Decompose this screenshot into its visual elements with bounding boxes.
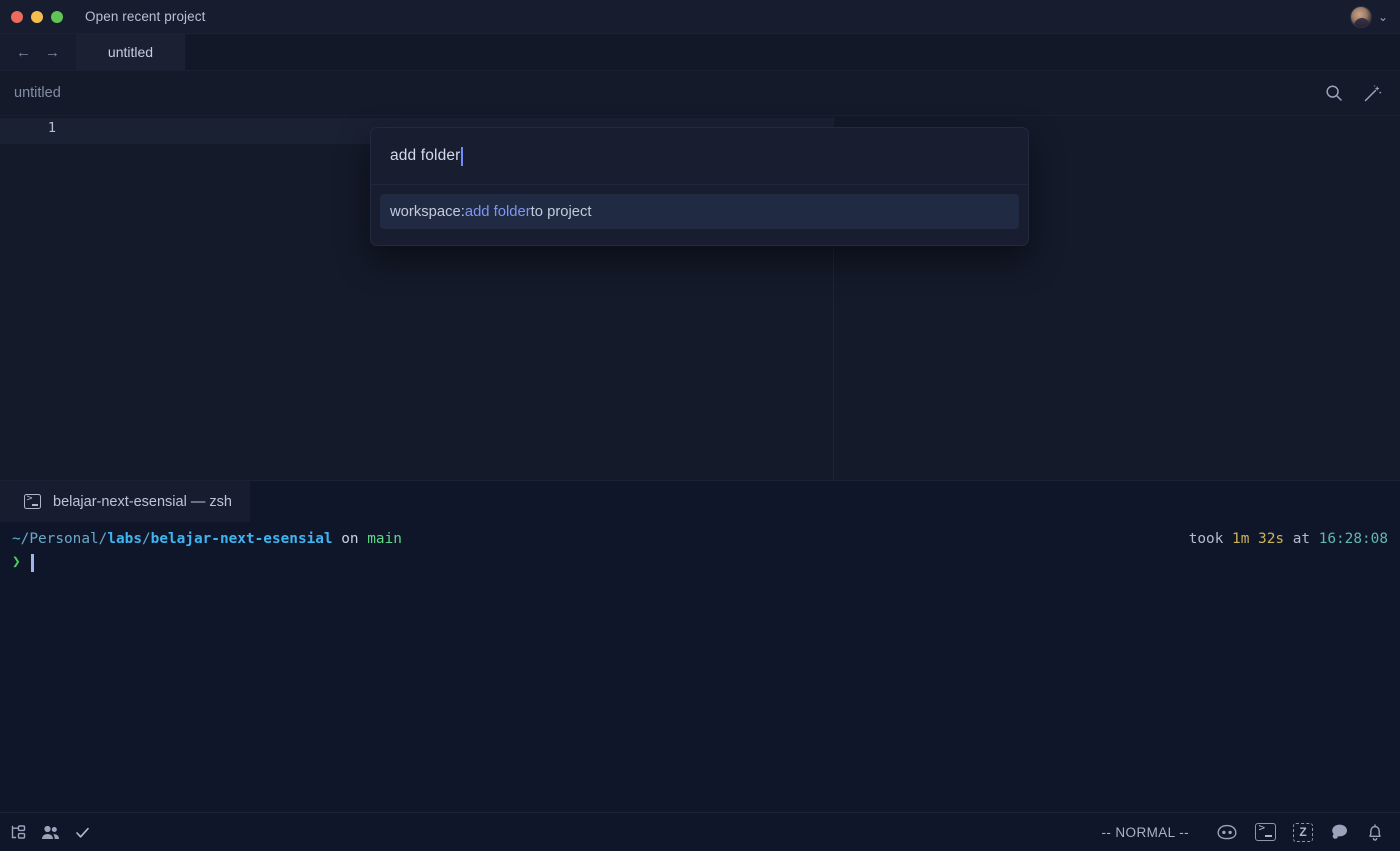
command-timestamp: 16:28:08	[1319, 531, 1388, 547]
terminal-icon	[24, 494, 41, 509]
copilot-icon[interactable]	[1216, 823, 1238, 841]
status-bar: -- NORMAL -- Z	[0, 812, 1400, 851]
vim-mode-indicator: -- NORMAL --	[1101, 825, 1189, 840]
zed-assistant-glyph: Z	[1293, 823, 1313, 842]
search-icon[interactable]	[1325, 84, 1343, 102]
prompt-dir-project: belajar-next-esensial	[151, 528, 333, 551]
prompt-tilde: ~	[12, 528, 21, 551]
line-number: 1	[40, 120, 56, 136]
project-panel-icon[interactable]	[10, 824, 27, 841]
window-title[interactable]: Open recent project	[85, 9, 205, 24]
terminal-input-line[interactable]: ❯	[0, 551, 1400, 574]
title-bar: Open recent project ⌄	[0, 0, 1400, 34]
prompt-symbol: ❯	[12, 551, 21, 574]
toolbar-icon-group	[1325, 84, 1400, 103]
text-caret	[461, 147, 463, 166]
navigation-buttons: ← →	[0, 34, 76, 70]
command-palette-results: workspace: add folder to project	[371, 185, 1028, 245]
minimize-window-button[interactable]	[31, 11, 43, 23]
traffic-light-controls	[0, 11, 63, 23]
breadcrumb[interactable]: untitled	[0, 85, 61, 101]
command-item-match: add folder	[465, 204, 531, 220]
maximize-window-button[interactable]	[51, 11, 63, 23]
chat-icon[interactable]	[1330, 823, 1349, 841]
terminal-tab[interactable]: belajar-next-esensial — zsh	[0, 481, 250, 522]
nav-back-icon[interactable]: ←	[16, 45, 31, 60]
at-label: at	[1284, 531, 1319, 547]
magic-wand-icon[interactable]	[1363, 84, 1382, 103]
command-item-suffix: to project	[531, 204, 592, 220]
status-bar-left	[0, 824, 91, 841]
avatar[interactable]	[1350, 6, 1372, 28]
prompt-dir-personal: Personal	[29, 528, 98, 551]
terminal-toggle-icon[interactable]	[1255, 823, 1276, 841]
command-palette-item[interactable]: workspace: add folder to project	[380, 194, 1019, 229]
command-palette-input-row[interactable]: add folder	[371, 128, 1028, 185]
prompt-sep-2: /	[99, 528, 108, 551]
prompt-git-branch: main	[367, 528, 402, 551]
prompt-sep-1: /	[21, 528, 30, 551]
chevron-down-icon[interactable]: ⌄	[1378, 11, 1388, 23]
tab-untitled[interactable]: untitled	[76, 34, 186, 70]
notification-bell-icon[interactable]	[1366, 823, 1384, 842]
terminal-output[interactable]: ~/Personal/labs/belajar-next-esensial on…	[0, 522, 1400, 574]
tab-bar-empty-space	[186, 34, 1400, 70]
command-palette-input[interactable]: add folder	[390, 147, 460, 165]
prompt-sep-3: /	[142, 528, 151, 551]
terminal-tab-bar: belajar-next-esensial — zsh	[0, 481, 1400, 522]
terminal-panel: belajar-next-esensial — zsh ~/Personal/l…	[0, 480, 1400, 812]
titlebar-right-controls: ⌄	[1350, 6, 1400, 28]
close-window-button[interactable]	[11, 11, 23, 23]
status-bar-right: -- NORMAL -- Z	[1101, 823, 1400, 842]
command-item-prefix: workspace:	[390, 204, 465, 220]
terminal-prompt-line: ~/Personal/labs/belajar-next-esensial on…	[0, 528, 1400, 551]
zed-editor-window: Open recent project ⌄ ← → untitled untit…	[0, 0, 1400, 851]
terminal-tab-label: belajar-next-esensial — zsh	[53, 494, 232, 510]
terminal-timing-group: took 1m 32s at 16:28:08	[1189, 528, 1388, 551]
terminal-cursor	[31, 554, 34, 572]
diagnostics-check-icon[interactable]	[74, 824, 91, 841]
editor-toolbar: untitled	[0, 71, 1400, 116]
prompt-dir-labs: labs	[107, 528, 142, 551]
zed-assistant-icon[interactable]: Z	[1293, 823, 1313, 842]
nav-forward-icon[interactable]: →	[45, 45, 60, 60]
took-label: took	[1189, 531, 1232, 547]
collaboration-icon[interactable]	[41, 824, 60, 841]
prompt-on-label: on	[333, 528, 368, 551]
command-palette[interactable]: add folder workspace: add folder to proj…	[370, 127, 1029, 246]
command-duration: 1m 32s	[1232, 531, 1284, 547]
editor-tab-bar: ← → untitled	[0, 34, 1400, 71]
